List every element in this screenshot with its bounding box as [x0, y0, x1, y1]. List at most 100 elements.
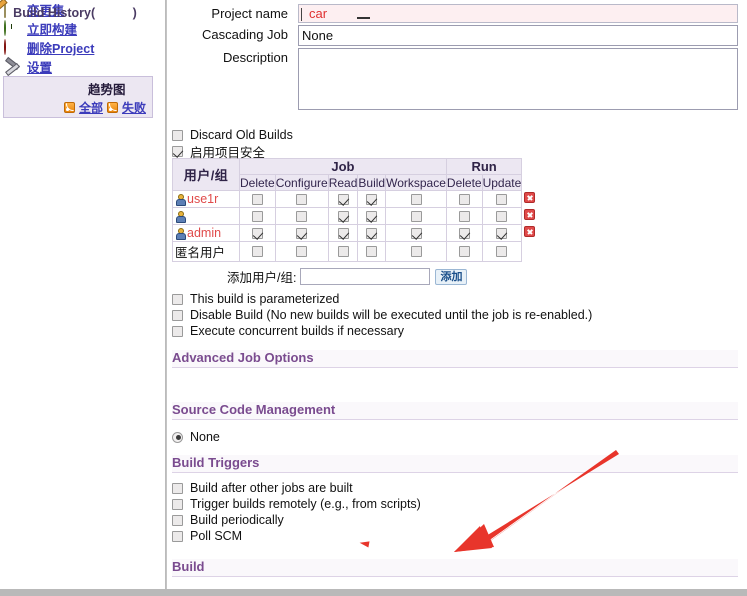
sidebar-item-settings-label[interactable]: 设置 — [27, 57, 52, 76]
perm-checkbox[interactable] — [496, 210, 508, 222]
permissions-col-job-workspace: Workspace — [385, 174, 447, 191]
description-textarea[interactable] — [298, 48, 738, 110]
perm-checkbox[interactable] — [410, 193, 422, 205]
text-caret — [301, 8, 302, 21]
perm-checkbox[interactable] — [410, 210, 422, 222]
perm-checkbox[interactable] — [496, 227, 508, 239]
perm-checkbox[interactable] — [458, 210, 470, 222]
sidebar-item-build-now[interactable]: 立即构建 — [0, 19, 165, 38]
perm-checkbox[interactable] — [296, 227, 308, 239]
rss-icon[interactable] — [63, 102, 75, 113]
enable-project-security-row[interactable]: 启用项目安全 — [172, 144, 747, 160]
perm-checkbox[interactable] — [251, 210, 263, 222]
perm-cell-job-read[interactable] — [327, 190, 359, 208]
perm-cell-job-read[interactable] — [327, 207, 359, 225]
feed-all-link[interactable]: 全部 — [79, 99, 103, 116]
perm-checkbox[interactable] — [366, 193, 378, 205]
horizontal-scrollbar[interactable] — [0, 589, 747, 596]
sidebar-item-delete-project[interactable]: 删除Project — [0, 38, 165, 57]
discard-old-builds-checkbox[interactable] — [172, 129, 183, 141]
concurrent-builds-row[interactable]: Execute concurrent builds if necessary — [172, 324, 747, 338]
rss-icon[interactable] — [106, 102, 118, 113]
add-user-button[interactable]: 添加 — [435, 268, 468, 285]
perm-cell-run-delete[interactable] — [445, 207, 483, 225]
perm-checkbox[interactable] — [296, 246, 308, 257]
perm-checkbox[interactable] — [251, 246, 263, 257]
sidebar-item-settings[interactable]: 设置 — [0, 57, 165, 76]
perm-cell-job-configure[interactable] — [274, 207, 329, 225]
perm-checkbox[interactable] — [366, 210, 378, 222]
perm-cell-job-configure[interactable] — [274, 190, 329, 208]
sidebar-item-delete-project-label[interactable]: 删除Project — [27, 38, 94, 57]
perm-cell-run-update[interactable] — [481, 190, 523, 208]
perm-cell-job-delete[interactable] — [239, 207, 276, 225]
perm-checkbox[interactable] — [337, 210, 349, 222]
perm-checkbox[interactable] — [296, 210, 308, 222]
parameterized-checkbox[interactable] — [172, 293, 183, 305]
perm-checkbox[interactable] — [251, 193, 263, 205]
perm-cell-job-workspace[interactable] — [385, 207, 447, 225]
parameterized-row[interactable]: This build is parameterized — [172, 292, 747, 306]
perm-cell-job-delete[interactable] — [239, 241, 276, 262]
perm-checkbox[interactable] — [496, 246, 508, 257]
perm-cell-job-build[interactable] — [357, 190, 387, 208]
disable-build-row[interactable]: Disable Build (No new builds will be exe… — [172, 308, 747, 322]
concurrent-builds-checkbox[interactable] — [172, 325, 183, 337]
perm-checkbox[interactable] — [458, 193, 470, 205]
section-advanced-job-options[interactable]: Advanced Job Options — [172, 350, 738, 368]
perm-checkbox[interactable] — [410, 246, 422, 257]
trigger-after-other-jobs-checkbox[interactable] — [172, 482, 183, 494]
scm-none-radio[interactable] — [172, 431, 183, 443]
permission-row-name-cell: use1r — [172, 190, 240, 208]
perm-checkbox[interactable] — [337, 227, 349, 239]
feed-failed-link[interactable]: 失败 — [122, 99, 146, 116]
build-history-trend-link[interactable]: 趋势图 — [88, 79, 126, 98]
trigger-poll-scm-checkbox[interactable] — [172, 530, 183, 542]
perm-cell-job-read[interactable] — [327, 224, 359, 242]
disable-build-checkbox[interactable] — [172, 309, 183, 321]
perm-cell-run-delete[interactable] — [445, 241, 483, 262]
trigger-poll-scm-row[interactable]: Poll SCM — [172, 529, 747, 543]
perm-cell-run-delete[interactable] — [445, 224, 483, 242]
perm-cell-run-delete[interactable] — [445, 190, 483, 208]
perm-checkbox[interactable] — [496, 193, 508, 205]
perm-cell-run-update[interactable] — [481, 224, 523, 242]
perm-checkbox[interactable] — [458, 246, 470, 257]
add-user-input[interactable] — [300, 268, 431, 285]
perm-cell-job-configure[interactable] — [274, 224, 329, 242]
project-name-input[interactable]: car — [298, 4, 738, 23]
perm-checkbox[interactable] — [366, 246, 378, 257]
perm-cell-job-build[interactable] — [357, 224, 387, 242]
perm-cell-job-workspace[interactable] — [385, 190, 447, 208]
perm-cell-job-configure[interactable] — [274, 241, 329, 262]
remove-permission-button[interactable] — [524, 192, 536, 203]
remove-permission-button[interactable] — [524, 209, 536, 220]
trigger-periodically-row[interactable]: Build periodically — [172, 513, 747, 527]
trigger-periodically-checkbox[interactable] — [172, 514, 183, 526]
scm-none-row[interactable]: None — [172, 430, 747, 444]
perm-checkbox[interactable] — [458, 227, 470, 239]
perm-cell-job-delete[interactable] — [239, 224, 276, 242]
perm-checkbox[interactable] — [337, 193, 349, 205]
perm-cell-job-workspace[interactable] — [385, 224, 447, 242]
perm-checkbox[interactable] — [296, 193, 308, 205]
perm-checkbox[interactable] — [410, 227, 422, 239]
sidebar-item-build-now-label[interactable]: 立即构建 — [27, 19, 77, 38]
perm-cell-job-build[interactable] — [357, 241, 387, 262]
trigger-after-other-jobs-row[interactable]: Build after other jobs are built — [172, 481, 747, 495]
perm-cell-job-workspace[interactable] — [385, 241, 447, 262]
perm-cell-run-update[interactable] — [481, 241, 523, 262]
perm-cell-job-delete[interactable] — [239, 190, 276, 208]
perm-checkbox[interactable] — [337, 246, 349, 257]
perm-checkbox[interactable] — [251, 227, 263, 239]
remove-permission-button[interactable] — [524, 226, 536, 237]
enable-project-security-checkbox[interactable] — [172, 145, 183, 157]
perm-checkbox[interactable] — [366, 227, 378, 239]
perm-cell-job-read[interactable] — [327, 241, 359, 262]
cascading-job-select[interactable]: None — [298, 25, 738, 46]
perm-cell-job-build[interactable] — [357, 207, 387, 225]
discard-old-builds-row[interactable]: Discard Old Builds — [172, 128, 747, 142]
trigger-remotely-row[interactable]: Trigger builds remotely (e.g., from scri… — [172, 497, 747, 511]
perm-cell-run-update[interactable] — [481, 207, 523, 225]
trigger-remotely-checkbox[interactable] — [172, 498, 183, 510]
